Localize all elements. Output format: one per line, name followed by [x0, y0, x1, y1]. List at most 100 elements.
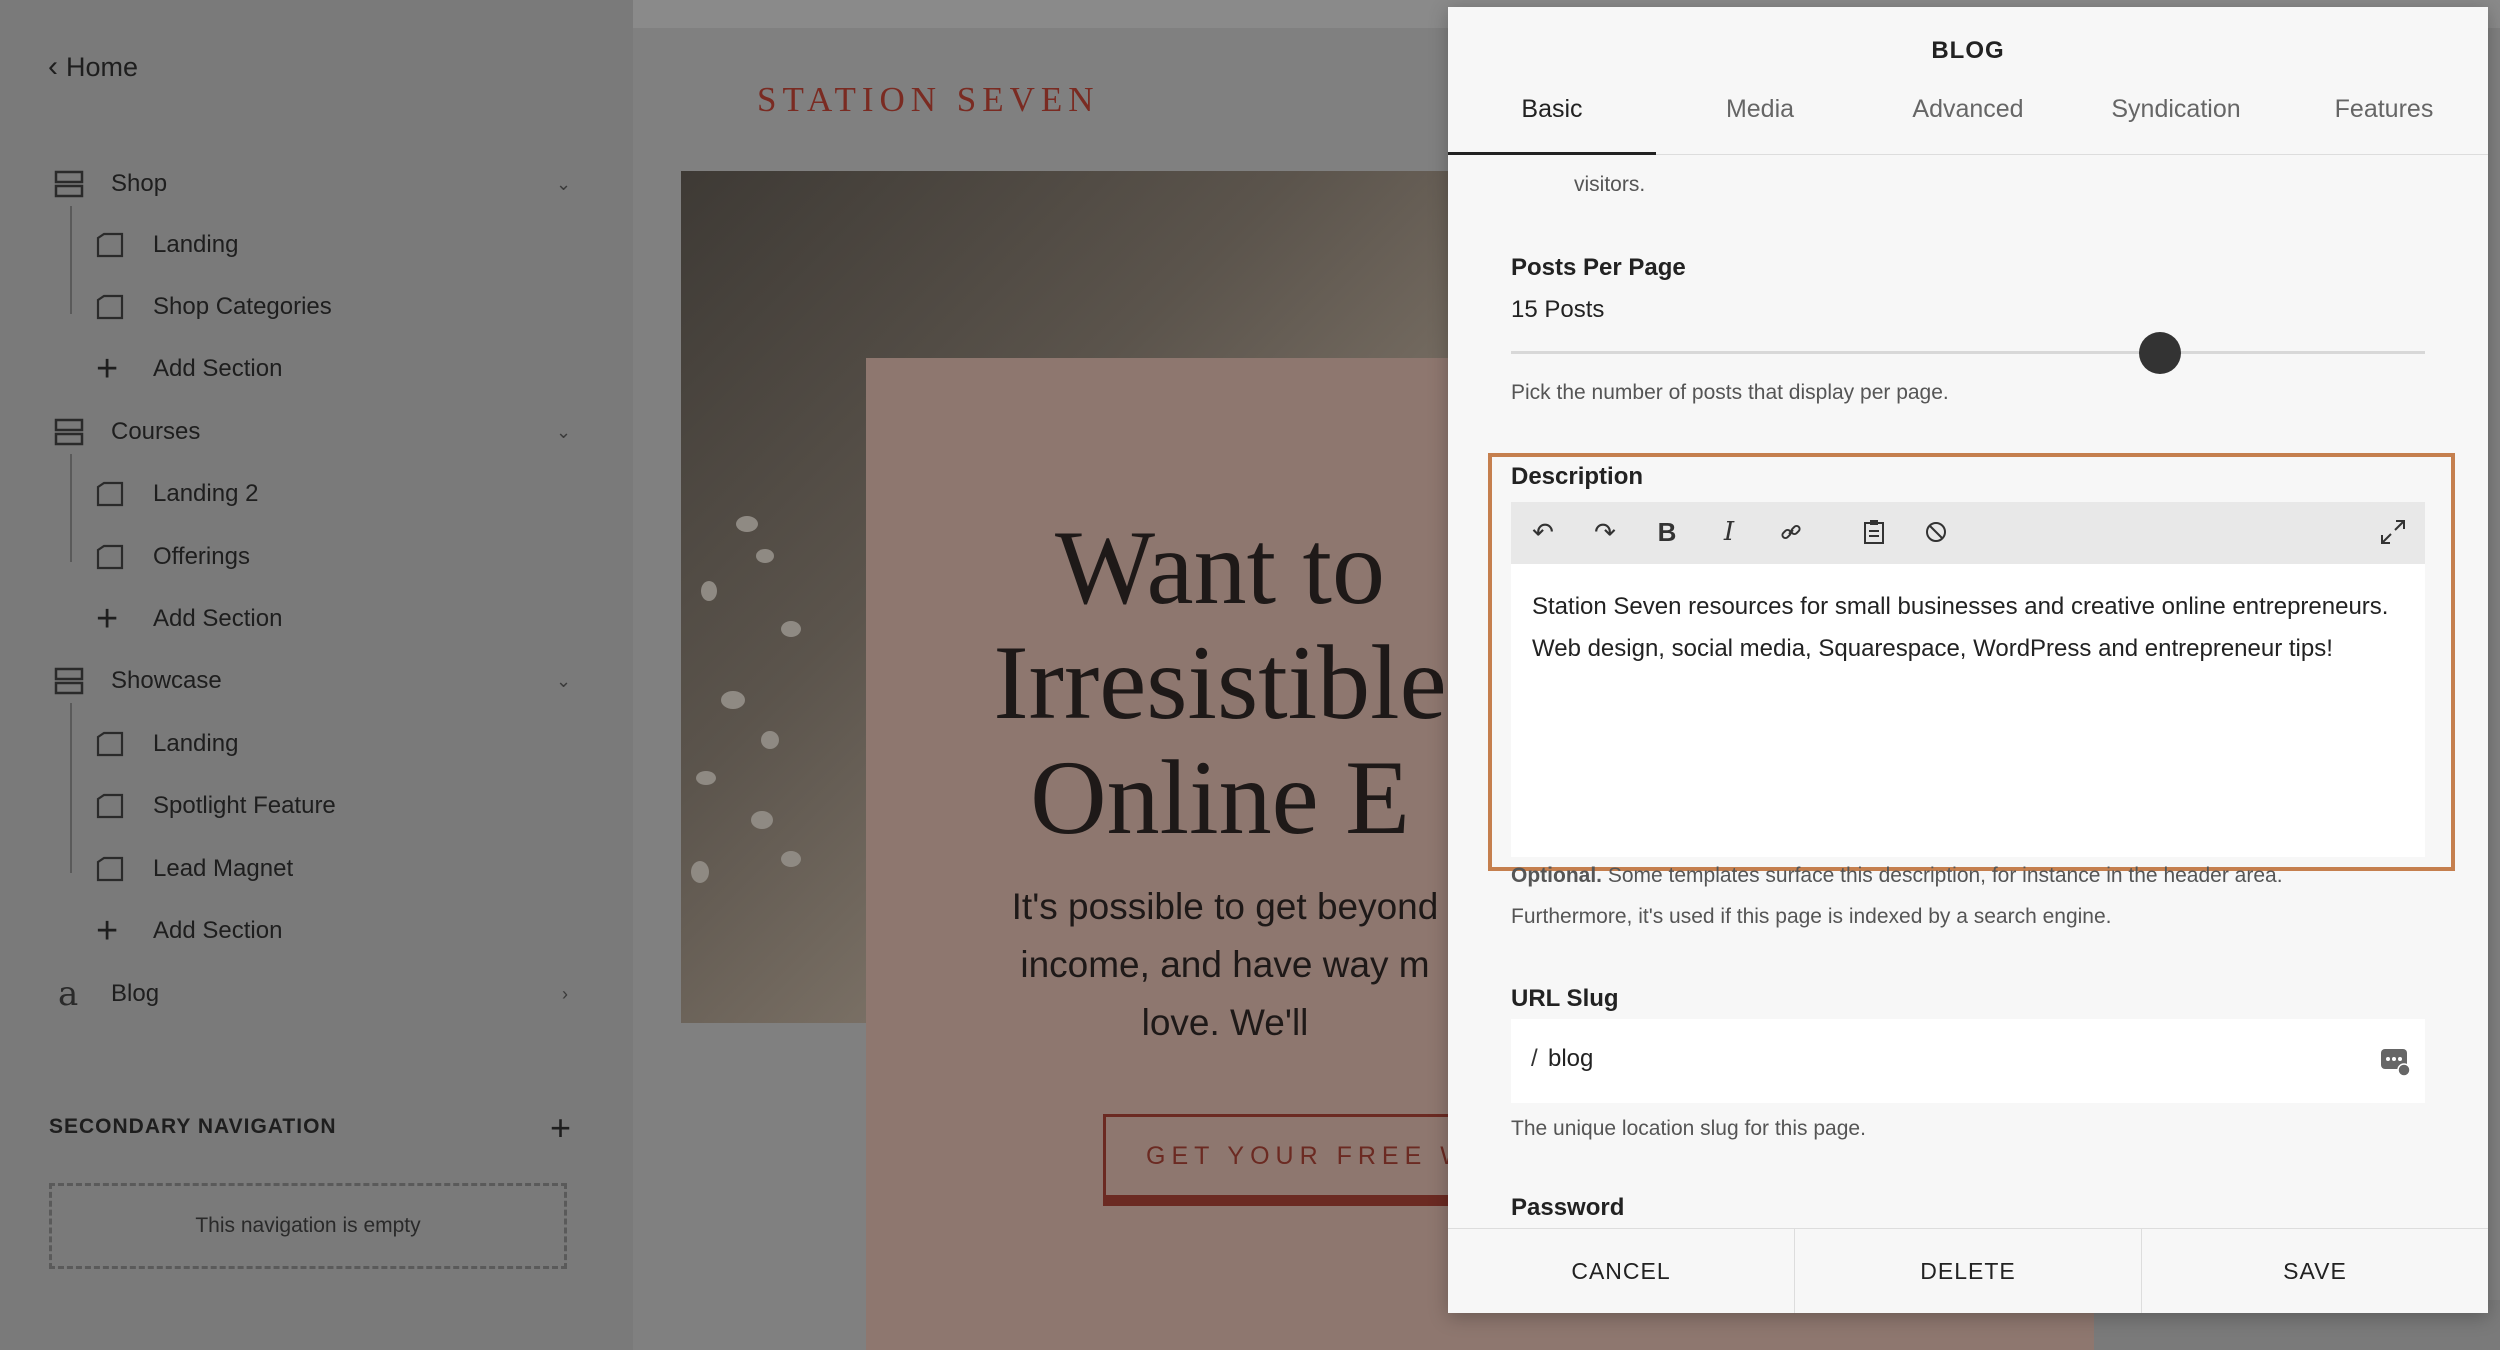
posts-per-page-slider[interactable]	[1511, 351, 2425, 354]
nav-page-label: Landing	[153, 231, 239, 258]
secondary-nav-title: SECONDARY NAVIGATION	[49, 1115, 337, 1138]
undo-icon[interactable]: ↶	[1523, 512, 1563, 552]
chevron-down-icon[interactable]: ⌄	[556, 422, 571, 443]
url-slug-input[interactable]: / blog	[1511, 1019, 2425, 1103]
plus-icon: +	[96, 910, 119, 952]
nav-section-label: Shop	[111, 170, 168, 197]
plus-icon: +	[96, 348, 119, 390]
blog-settings-panel: BLOG Basic Media Advanced Syndication Fe…	[1448, 7, 2488, 1313]
clear-format-icon[interactable]	[1916, 512, 1956, 552]
nav-page-label: Offerings	[153, 543, 250, 570]
tab-basic[interactable]: Basic	[1448, 95, 1656, 124]
description-help-rest: Some templates surface this description,…	[1602, 864, 2283, 887]
nav-page-label: Landing	[153, 730, 239, 757]
italic-icon[interactable]: I	[1709, 512, 1749, 552]
plus-icon: +	[96, 598, 119, 640]
sidebar: ‹ Home Shop ⌄ Landing Shop Categories + …	[0, 0, 633, 1350]
decor-dot	[781, 621, 801, 637]
description-text[interactable]: Station Seven resources for small busine…	[1532, 586, 2402, 670]
hero-cta-label: GET YOUR FREE WE	[1146, 1141, 1493, 1170]
nav-page-shop-categories[interactable]: Shop Categories	[0, 285, 600, 329]
nav-page-offerings[interactable]: Offerings	[0, 535, 600, 579]
section-icon	[54, 170, 84, 198]
nav-section-courses[interactable]: Courses ⌄	[0, 410, 600, 454]
expand-icon[interactable]	[2373, 512, 2413, 552]
password-label: Password	[1511, 1194, 1625, 1221]
nav-page-landing[interactable]: Landing	[0, 722, 600, 766]
url-slug-value[interactable]: blog	[1548, 1045, 1593, 1073]
nav-page-label: Shop Categories	[153, 293, 332, 320]
page-icon	[96, 793, 124, 819]
save-button[interactable]: SAVE	[2142, 1229, 2488, 1313]
page-icon	[96, 294, 124, 320]
home-label: Home	[66, 51, 139, 82]
description-help: Optional. Some templates surface this de…	[1511, 864, 2283, 888]
nav-section-label: Courses	[111, 418, 201, 445]
nav-page-lead-magnet[interactable]: Lead Magnet	[0, 847, 600, 891]
section-icon	[54, 418, 84, 446]
decor-dot	[756, 549, 774, 563]
nav-page-landing[interactable]: Landing	[0, 223, 600, 267]
add-section-label: Add Section	[153, 605, 283, 632]
panel-header: BLOG Basic Media Advanced Syndication Fe…	[1448, 7, 2488, 155]
hero-subtitle: It's possible to get beyond income, and …	[990, 878, 1460, 1052]
hero-subtitle-line: income, and have way m	[1020, 944, 1430, 985]
home-back-link[interactable]: ‹ Home	[48, 50, 138, 84]
chevron-down-icon[interactable]: ⌄	[556, 174, 571, 195]
hero-title-line: Irresistible	[993, 624, 1447, 741]
posts-per-page-value: 15 Posts	[1511, 296, 1605, 323]
decor-dot	[751, 811, 773, 829]
add-secondary-nav-button[interactable]: +	[550, 1110, 571, 1146]
chevron-down-icon[interactable]: ⌄	[556, 671, 571, 692]
tab-media[interactable]: Media	[1656, 95, 1864, 124]
panel-title: BLOG	[1931, 37, 2005, 64]
panel-footer: CANCEL DELETE SAVE	[1448, 1228, 2488, 1313]
chevron-left-icon: ‹	[48, 50, 58, 83]
description-editor[interactable]: Station Seven resources for small busine…	[1511, 564, 2425, 857]
page-icon	[96, 731, 124, 757]
hero-title-line: Want to	[1054, 509, 1385, 626]
password-manager-icon[interactable]	[2379, 1045, 2411, 1082]
posts-per-page-label: Posts Per Page	[1511, 254, 1686, 281]
url-slug-label: URL Slug	[1511, 985, 1619, 1012]
site-brand: STATION SEVEN	[757, 80, 1100, 119]
url-slug-prefix: /	[1531, 1045, 1538, 1072]
redo-icon[interactable]: ↷	[1585, 512, 1625, 552]
decor-dot	[781, 851, 801, 867]
add-section-button[interactable]: + Add Section	[0, 909, 600, 953]
hero-subtitle-line: It's possible to get beyond	[1011, 886, 1439, 927]
hero-cta-button: GET YOUR FREE WE	[1103, 1114, 1503, 1198]
page-icon	[96, 481, 124, 507]
description-help-lead: Optional.	[1511, 864, 1602, 887]
page-icon	[96, 544, 124, 570]
add-section-button[interactable]: + Add Section	[0, 597, 600, 641]
url-slug-help: The unique location slug for this page.	[1511, 1117, 1866, 1140]
paste-icon[interactable]	[1854, 512, 1894, 552]
previous-field-help-fragment: visitors.	[1574, 173, 1646, 196]
delete-button[interactable]: DELETE	[1795, 1229, 2141, 1313]
secondary-nav-empty: This navigation is empty	[49, 1183, 567, 1269]
hero-title: Want to Irresistible Online E	[980, 510, 1460, 855]
description-label: Description	[1511, 463, 1644, 490]
nav-blog[interactable]: a Blog ›	[0, 972, 600, 1016]
add-section-button[interactable]: + Add Section	[0, 347, 600, 391]
nav-section-shop[interactable]: Shop ⌄	[0, 162, 600, 206]
bold-icon[interactable]: B	[1647, 512, 1687, 552]
tab-features[interactable]: Features	[2280, 95, 2488, 124]
link-icon[interactable]	[1771, 512, 1811, 552]
section-icon	[54, 667, 84, 695]
decor-dot	[701, 581, 717, 601]
nav-page-landing-2[interactable]: Landing 2	[0, 472, 600, 516]
cancel-button[interactable]: CANCEL	[1448, 1229, 1794, 1313]
page-icon	[96, 856, 124, 882]
nav-page-label: Landing 2	[153, 480, 259, 507]
nav-page-spotlight-feature[interactable]: Spotlight Feature	[0, 784, 600, 828]
chevron-right-icon[interactable]: ›	[562, 984, 568, 1005]
slider-handle[interactable]	[2138, 332, 2181, 374]
nav-section-showcase[interactable]: Showcase ⌄	[0, 659, 600, 703]
page-icon	[96, 232, 124, 258]
tab-syndication[interactable]: Syndication	[2072, 95, 2280, 124]
tab-advanced[interactable]: Advanced	[1864, 95, 2072, 124]
nav-blog-label: Blog	[111, 980, 160, 1007]
add-section-label: Add Section	[153, 917, 283, 944]
